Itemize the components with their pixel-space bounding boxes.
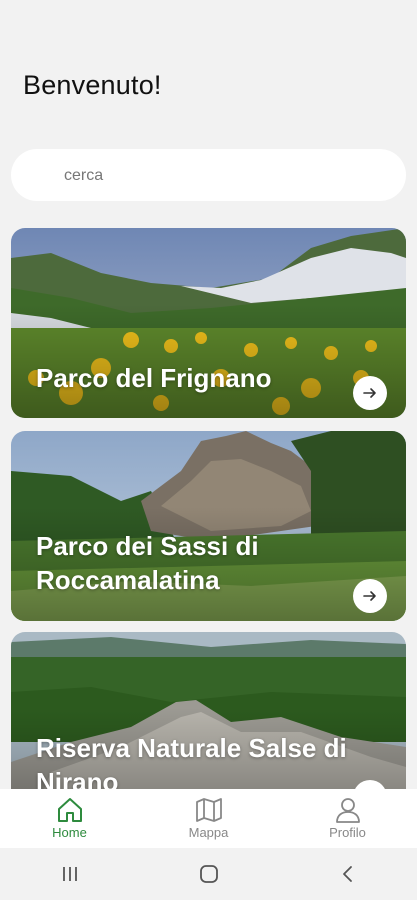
nav-item-home[interactable]: Home	[10, 797, 130, 840]
park-card-frignano[interactable]: Parco del Frignano	[11, 228, 406, 418]
system-navigation-bar	[0, 848, 417, 900]
nav-label: Profilo	[329, 825, 366, 840]
nav-label: Home	[52, 825, 87, 840]
recents-button[interactable]	[40, 865, 100, 883]
home-circle-icon	[199, 865, 218, 883]
home-icon	[57, 798, 82, 822]
home-system-button[interactable]	[179, 864, 239, 884]
nav-item-profile[interactable]: Profilo	[288, 797, 408, 840]
user-icon	[335, 798, 360, 823]
card-title: Parco dei Sassi di Roccamalatina	[36, 531, 259, 595]
arrow-right-icon	[363, 591, 376, 601]
page-title: Benvenuto!	[23, 70, 162, 100]
search-bar[interactable]	[11, 149, 406, 203]
open-card-button[interactable]	[353, 579, 387, 613]
open-card-button[interactable]	[353, 376, 387, 410]
bottom-navigation: Home Mappa Profilo	[0, 789, 417, 848]
back-button[interactable]	[318, 864, 378, 884]
app-screen: Benvenuto! cerca Parco del Frignano Parc…	[0, 0, 417, 900]
back-icon	[342, 866, 352, 882]
nav-label: Mappa	[188, 825, 229, 840]
nav-item-map[interactable]: Mappa	[149, 797, 269, 840]
map-icon	[195, 798, 222, 822]
recents-icon	[62, 867, 77, 881]
card-title: Parco del Frignano	[36, 363, 272, 393]
park-card-sassi-roccamalatina[interactable]: Parco dei Sassi di Roccamalatina	[11, 431, 406, 621]
arrow-right-icon	[363, 388, 376, 398]
search-input[interactable]	[62, 149, 386, 203]
